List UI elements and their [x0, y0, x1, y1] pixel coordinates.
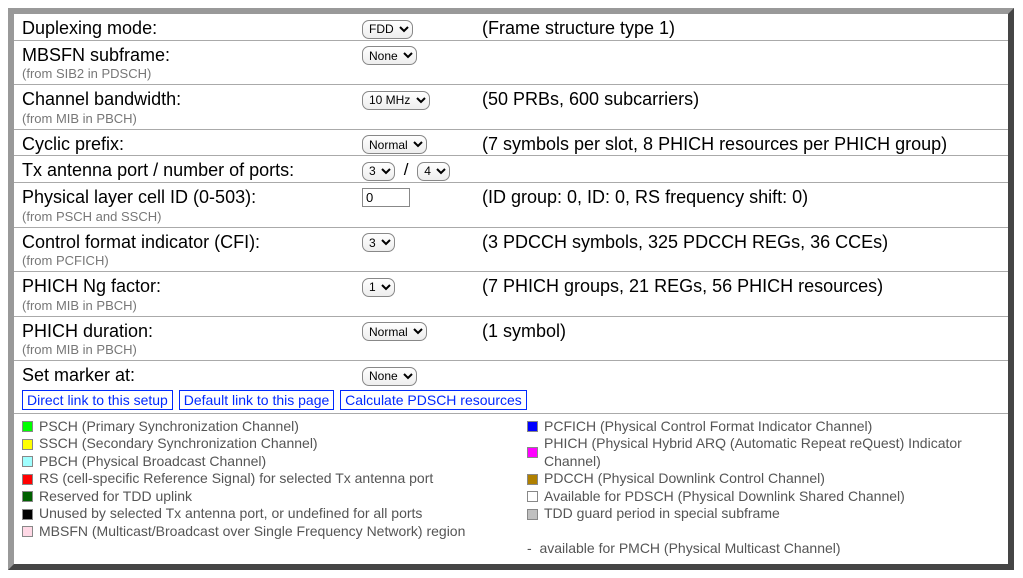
legend-psch: PSCH (Primary Synchronization Channel) [22, 418, 527, 436]
bandwidth-select[interactable]: 10 MHz [362, 91, 430, 110]
row-phichng: PHICH Ng factor: (from MIB in PBCH) 1 (7… [14, 272, 1008, 317]
cfi-sublabel: (from PCFICH) [22, 253, 362, 268]
legend-pcfich: PCFICH (Physical Control Format Indicato… [527, 418, 1000, 436]
legend: PSCH (Primary Synchronization Channel) S… [14, 414, 1008, 564]
swatch-mbsfn [22, 526, 33, 537]
row-cp: Cyclic prefix: Normal (7 symbols per slo… [14, 130, 1008, 157]
swatch-guard [527, 509, 538, 520]
phichng-label: PHICH Ng factor: [22, 276, 161, 296]
swatch-avail [527, 491, 538, 502]
legend-avail: Available for PDSCH (Physical Downlink S… [527, 488, 1000, 506]
legend-pmch: - available for PMCH (Physical Multicast… [527, 540, 1000, 558]
row-marker: Set marker at: None [14, 361, 1008, 387]
tx-num-select[interactable]: 4 [417, 162, 450, 181]
legend-rs: RS (cell-specific Reference Signal) for … [22, 470, 527, 488]
swatch-pbch [22, 456, 33, 467]
legend-mbsfn: MBSFN (Multicast/Broadcast over Single F… [22, 523, 527, 541]
cp-info: (7 symbols per slot, 8 PHICH resources p… [482, 134, 947, 154]
bandwidth-sublabel: (from MIB in PBCH) [22, 111, 362, 126]
bandwidth-label: Channel bandwidth: [22, 89, 181, 109]
phichdur-sublabel: (from MIB in PBCH) [22, 342, 362, 357]
default-link-button[interactable]: Default link to this page [179, 390, 335, 410]
swatch-pcfich [527, 421, 538, 432]
bandwidth-info: (50 PRBs, 600 subcarriers) [482, 89, 699, 109]
marker-select[interactable]: None [362, 367, 417, 386]
legend-blank [527, 523, 1000, 541]
row-txport: Tx antenna port / number of ports: 3 / 4 [14, 156, 1008, 183]
direct-link-button[interactable]: Direct link to this setup [22, 390, 173, 410]
settings-panel: Duplexing mode: FDD (Frame structure typ… [8, 8, 1014, 570]
mbsfn-label: MBSFN subframe: [22, 45, 170, 65]
swatch-psch [22, 421, 33, 432]
row-bandwidth: Channel bandwidth: (from MIB in PBCH) 10… [14, 85, 1008, 130]
cfi-label: Control format indicator (CFI): [22, 232, 260, 252]
txport-label: Tx antenna port / number of ports: [22, 160, 294, 180]
tx-port-select[interactable]: 3 [362, 162, 395, 181]
phichdur-select[interactable]: Normal [362, 322, 427, 341]
row-duplexing: Duplexing mode: FDD (Frame structure typ… [14, 14, 1008, 41]
marker-label: Set marker at: [22, 365, 135, 385]
row-cfi: Control format indicator (CFI): (from PC… [14, 228, 1008, 273]
mbsfn-select[interactable]: None [362, 46, 417, 65]
link-row: Direct link to this setup Default link t… [14, 387, 1008, 414]
legend-pbch: PBCH (Physical Broadcast Channel) [22, 453, 527, 471]
row-phichdur: PHICH duration: (from MIB in PBCH) Norma… [14, 317, 1008, 362]
swatch-phich [527, 447, 538, 458]
calc-pdsch-button[interactable]: Calculate PDSCH resources [340, 390, 527, 410]
cp-label: Cyclic prefix: [22, 134, 124, 154]
swatch-pdcch [527, 474, 538, 485]
mbsfn-sublabel: (from SIB2 in PDSCH) [22, 66, 362, 81]
legend-pdcch: PDCCH (Physical Downlink Control Channel… [527, 470, 1000, 488]
legend-ssch: SSCH (Secondary Synchronization Channel) [22, 435, 527, 453]
cellid-sublabel: (from PSCH and SSCH) [22, 209, 362, 224]
phichng-sublabel: (from MIB in PBCH) [22, 298, 362, 313]
duplexing-info: (Frame structure type 1) [482, 18, 675, 38]
swatch-rs [22, 474, 33, 485]
phichdur-label: PHICH duration: [22, 321, 153, 341]
legend-guard: TDD guard period in special subframe [527, 505, 1000, 523]
phichng-select[interactable]: 1 [362, 278, 395, 297]
phichdur-info: (1 symbol) [482, 321, 566, 341]
legend-phich: PHICH (Physical Hybrid ARQ (Automatic Re… [527, 435, 1000, 470]
duplexing-select[interactable]: FDD [362, 20, 413, 39]
row-cellid: Physical layer cell ID (0-503): (from PS… [14, 183, 1008, 228]
duplexing-label: Duplexing mode: [22, 18, 157, 38]
tx-sep: / [400, 160, 413, 180]
cellid-label: Physical layer cell ID (0-503): [22, 187, 256, 207]
legend-unused: Unused by selected Tx antenna port, or u… [22, 505, 527, 523]
swatch-unused [22, 509, 33, 520]
cfi-info: (3 PDCCH symbols, 325 PDCCH REGs, 36 CCE… [482, 232, 888, 252]
cp-select[interactable]: Normal [362, 135, 427, 154]
swatch-rtdd [22, 491, 33, 502]
legend-rtdd: Reserved for TDD uplink [22, 488, 527, 506]
swatch-ssch [22, 439, 33, 450]
phichng-info: (7 PHICH groups, 21 REGs, 56 PHICH resou… [482, 276, 883, 296]
row-mbsfn: MBSFN subframe: (from SIB2 in PDSCH) Non… [14, 41, 1008, 86]
cellid-input[interactable] [362, 188, 410, 207]
cellid-info: (ID group: 0, ID: 0, RS frequency shift:… [482, 187, 808, 207]
cfi-select[interactable]: 3 [362, 233, 395, 252]
